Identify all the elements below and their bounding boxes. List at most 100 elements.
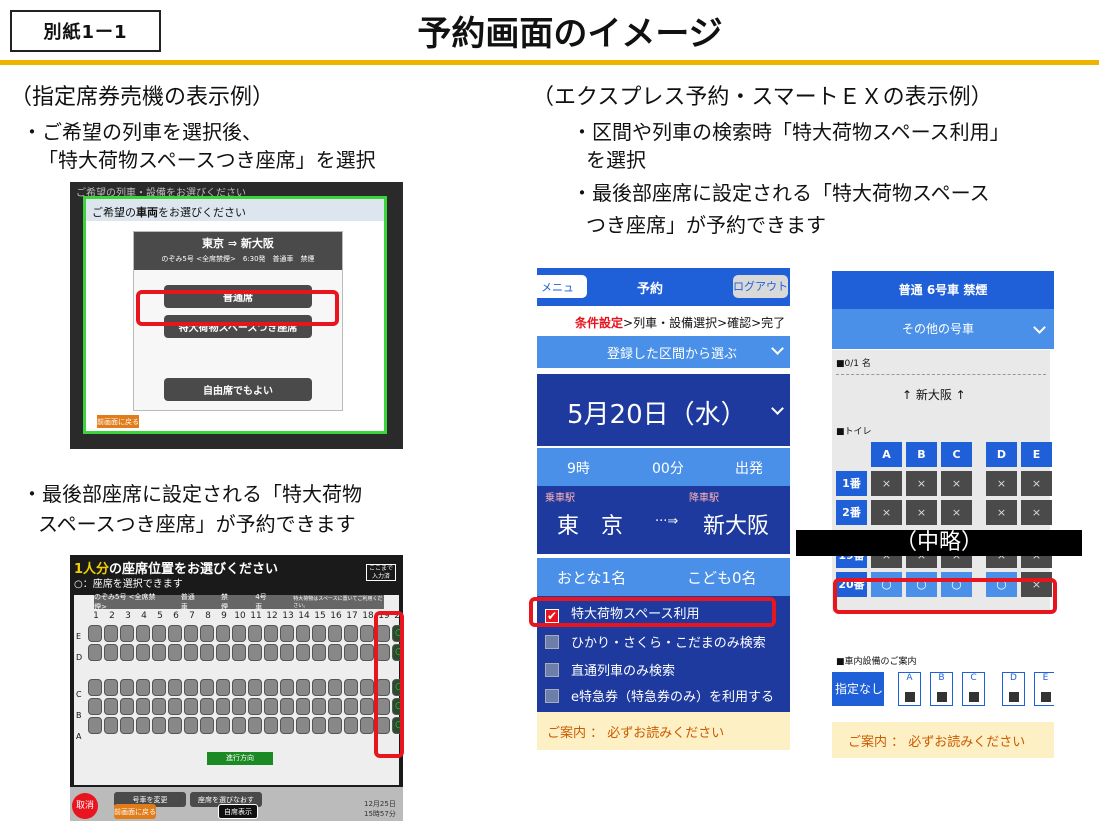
seat-number: 16 (330, 611, 342, 621)
hour-value[interactable]: 9時 (567, 458, 590, 478)
seat (360, 625, 374, 642)
toilet-label: ■トイレ (836, 427, 872, 437)
grid-header-row: ABCDE (836, 442, 1052, 467)
seat (232, 644, 246, 661)
column-label: E (1021, 442, 1052, 467)
right-heading: （エクスプレス予約・スマートＥＸの表示例） (532, 85, 993, 110)
seat (296, 644, 310, 661)
menu-button[interactable]: メニュー (537, 275, 587, 310)
seat (120, 644, 134, 661)
unreserved-seat-button[interactable]: 自由席でもよい (164, 378, 312, 401)
notice-link[interactable]: ご案内 ： 必ずお読みください (537, 712, 790, 750)
dialog-title: ご希望の車両をお選びください (86, 199, 384, 221)
left-heading: （指定席券売機の表示例） (10, 85, 275, 110)
seat (136, 717, 150, 734)
breadcrumb: 条件設定>列車・設備選択>確認>完了 (537, 308, 790, 333)
seat (152, 698, 166, 715)
facility-column[interactable]: B (930, 672, 953, 706)
no-preference-select[interactable]: 指定なし (832, 672, 884, 726)
date-value: 5月20日（水） (567, 400, 747, 430)
taken-seat: × (1021, 471, 1052, 496)
to-station[interactable]: 新大阪 (703, 508, 769, 540)
notice-link[interactable]: ご案内 ： 必ずお読みください (832, 722, 1054, 758)
child-count[interactable]: こども0名 (687, 567, 757, 588)
seat (168, 679, 182, 696)
seat-number: 4 (141, 611, 147, 621)
seat (280, 698, 294, 715)
facility-column[interactable]: E (1034, 672, 1054, 706)
seat (232, 717, 246, 734)
seat (232, 625, 246, 642)
chevron-down-icon (771, 342, 784, 355)
seat (296, 625, 310, 642)
no-preference-label: 指定なし (835, 682, 884, 696)
checkbox-icon (905, 692, 915, 702)
seat (168, 625, 182, 642)
logout-button[interactable]: ログアウト (733, 275, 788, 298)
left-bullet1-line2: 「特大荷物スペースつき座席」を選択 (38, 148, 376, 172)
option-direct[interactable]: 直通列車のみ検索 (537, 656, 790, 682)
highlight-large-baggage-option (529, 597, 776, 627)
cancel-button[interactable]: 取消 (72, 793, 98, 819)
back-button[interactable]: 前画面に戻る (114, 804, 156, 819)
breadcrumb-current: 条件設定 (575, 316, 624, 330)
option-hikari[interactable]: ひかり・さくら・こだまのみ検索 (537, 628, 790, 654)
seat (264, 625, 278, 642)
row-label: B (76, 711, 82, 720)
seat (248, 717, 262, 734)
seat (104, 698, 118, 715)
seat-number-row: 1 2 3 4 5 6 7 8 9 10 11 12 13 14 15 16 17 18 19 20 (88, 611, 403, 621)
seat (168, 644, 182, 661)
minute-value[interactable]: 00分 (652, 458, 684, 478)
facility-column[interactable]: A (898, 672, 921, 706)
column-label: A (871, 442, 902, 467)
seat (344, 644, 358, 661)
seat (280, 717, 294, 734)
row-label: C (76, 690, 82, 699)
seat (136, 625, 150, 642)
seat (312, 644, 326, 661)
seat (312, 698, 326, 715)
facility-column[interactable]: D (1002, 672, 1025, 706)
left-bullet2-line2: スペースつき座席」が予約できます (38, 512, 356, 536)
facility-title: ■車内設備のご案内 (836, 657, 917, 667)
seat-row: ○ (88, 698, 403, 715)
option-e-express[interactable]: e特急券（特急券のみ）を利用する (537, 682, 790, 708)
column-label: C (941, 442, 972, 467)
facility-column[interactable]: C (962, 672, 985, 706)
seat-number: 1 (93, 611, 99, 621)
date-select[interactable]: 5月20日（水） (537, 374, 790, 446)
seat (120, 698, 134, 715)
registered-route-select[interactable]: 登録した区間から選ぶ (537, 336, 790, 368)
adult-count[interactable]: おとな1名 (557, 567, 626, 588)
back-button[interactable]: 前画面に戻る (96, 414, 140, 429)
dialog-title-bold: 車両 (136, 206, 158, 219)
other-cars-label: その他の号車 (902, 322, 975, 336)
seat-number: 5 (157, 611, 163, 621)
seat (120, 717, 134, 734)
left-bullet2-line1: ・最後部座席に設定される「特大荷物 (22, 482, 362, 506)
highlight-last-row (833, 578, 1057, 614)
seat-number: 8 (205, 611, 211, 621)
option-hikari-label: ひかり・さくら・こだまのみ検索 (571, 636, 766, 651)
seat (280, 644, 294, 661)
seat (312, 679, 326, 696)
taken-seat: × (941, 500, 972, 525)
checkbox-icon (937, 692, 947, 702)
from-station[interactable]: 東 京 (557, 508, 623, 540)
seat (184, 644, 198, 661)
own-seat-button[interactable]: 自席表示 (218, 804, 258, 819)
facility-column-label: B (938, 673, 945, 683)
seat (360, 717, 374, 734)
other-cars-select[interactable]: その他の号車 (832, 309, 1054, 349)
departure-arrival[interactable]: 出発 (735, 458, 763, 478)
seat-number: 14 (298, 611, 310, 621)
seat (216, 644, 230, 661)
seat (328, 679, 342, 696)
seat (152, 644, 166, 661)
checkbox-icon (545, 635, 559, 649)
kiosk-datetime: 12月25日 15時57分 (364, 799, 396, 819)
seat (296, 698, 310, 715)
taken-seat: × (986, 471, 1017, 496)
seat-number: 2 (109, 611, 115, 621)
